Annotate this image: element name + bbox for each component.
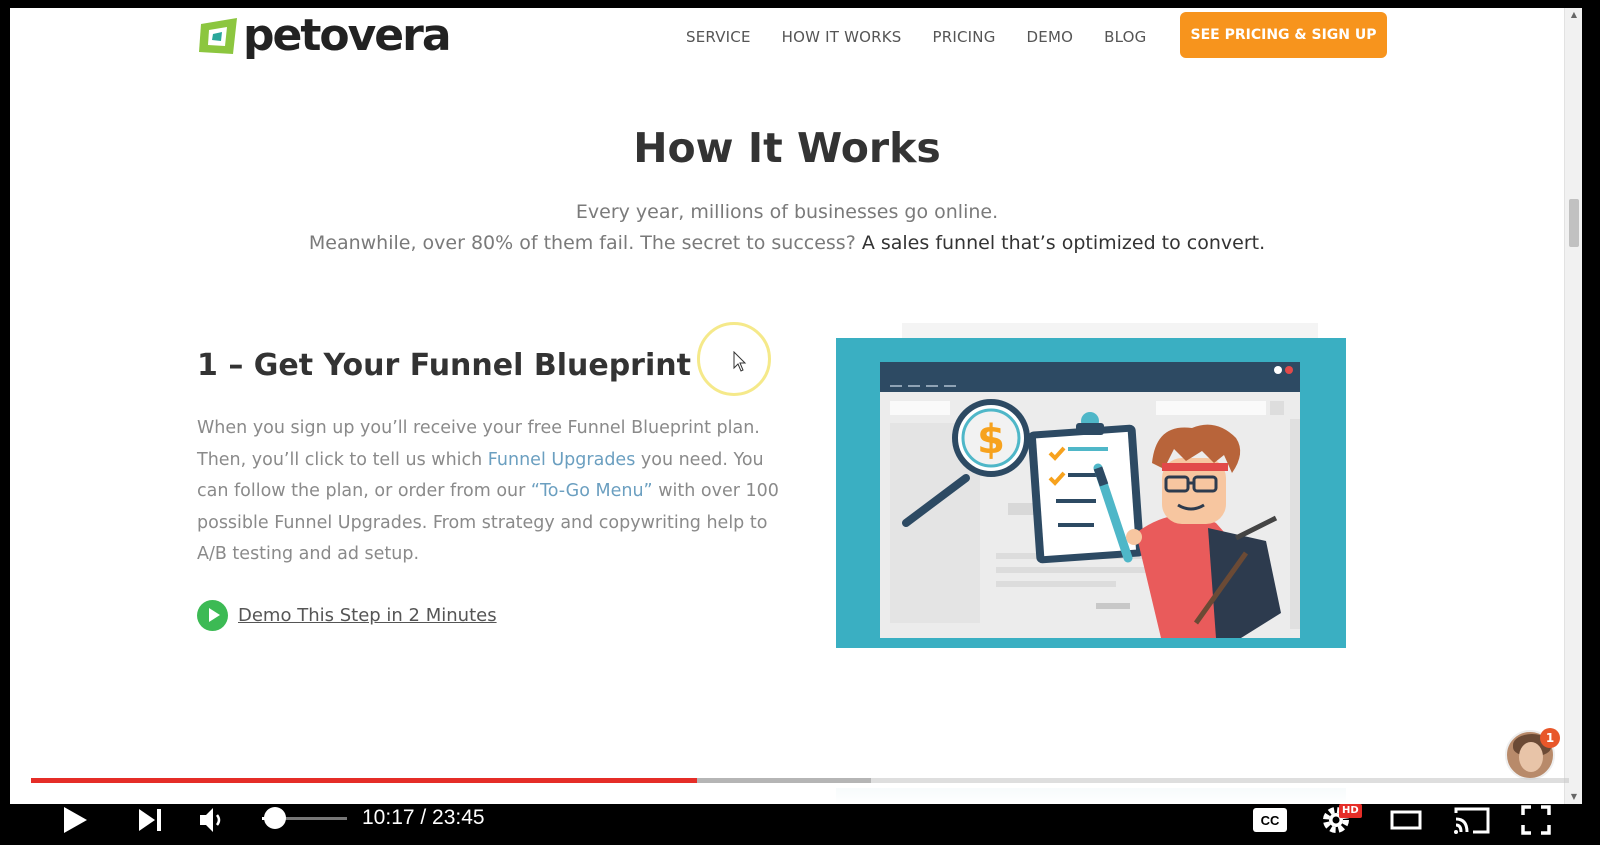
navbar: petovera SERVICE HOW IT WORKS PRICING DE… <box>10 8 1564 70</box>
to-go-menu-link[interactable]: “To-Go Menu” <box>531 481 653 501</box>
play-button[interactable] <box>55 800 95 840</box>
logo-text: petovera <box>243 10 452 61</box>
scrollbar-thumb[interactable] <box>1569 199 1579 247</box>
fullscreen-button[interactable] <box>1515 800 1557 840</box>
avatar-face <box>1519 742 1543 772</box>
volume-slider-handle[interactable] <box>263 807 286 829</box>
mute-button[interactable] <box>192 800 232 840</box>
see-pricing-signup-button[interactable]: SEE PRICING & SIGN UP <box>1180 12 1387 58</box>
scroll-up-icon[interactable]: ▲ <box>1565 8 1582 22</box>
subtitle-emphasis: A sales funnel that’s optimized to conve… <box>861 232 1266 254</box>
play-icon <box>64 807 87 833</box>
step-title: 1 – Get Your Funnel Blueprint <box>197 348 691 383</box>
section-subtitle-line2: Meanwhile, over 80% of them fail. The se… <box>10 232 1564 254</box>
nav-link-blog[interactable]: BLOG <box>1104 28 1146 46</box>
logo-icon <box>199 18 237 54</box>
cc-label: CC <box>1261 813 1280 828</box>
section-title: How It Works <box>633 124 941 172</box>
video-time: 10:17 / 23:45 <box>362 806 485 829</box>
next-icon <box>139 809 161 831</box>
video-played-bar <box>31 778 697 783</box>
nav-link-demo[interactable]: DEMO <box>1027 28 1074 46</box>
subtitle-plain: Meanwhile, over 80% of them fail. The se… <box>308 232 862 254</box>
video-frame: petovera SERVICE HOW IT WORKS PRICING DE… <box>0 0 1600 845</box>
mouse-cursor-icon <box>733 351 747 372</box>
web-page: petovera SERVICE HOW IT WORKS PRICING DE… <box>10 8 1582 804</box>
next-button[interactable] <box>130 800 170 840</box>
play-circle-icon <box>197 600 228 631</box>
nav-links: SERVICE HOW IT WORKS PRICING DEMO BLOG <box>686 28 1177 46</box>
logo[interactable]: petovera <box>197 10 452 61</box>
scroll-down-icon[interactable]: ▼ <box>1565 790 1582 804</box>
theater-icon <box>1390 810 1422 830</box>
volume-icon <box>200 808 221 832</box>
captions-button[interactable]: CC <box>1250 800 1290 840</box>
demo-step-text: Demo This Step in 2 Minutes <box>238 605 497 626</box>
fullscreen-icon <box>1521 805 1551 835</box>
nav-link-service[interactable]: SERVICE <box>686 28 751 46</box>
player-overlay-gradient <box>10 688 1564 804</box>
section-subtitle-line1: Every year, millions of businesses go on… <box>575 201 999 223</box>
cast-button[interactable] <box>1450 800 1494 840</box>
theater-mode-button[interactable] <box>1386 800 1426 840</box>
funnel-blueprint-illustration: $ <box>836 323 1346 648</box>
chat-notification-badge: 1 <box>1540 728 1560 748</box>
dollar-sign: $ <box>977 417 1005 463</box>
funnel-upgrades-link[interactable]: Funnel Upgrades <box>488 450 636 470</box>
cast-icon <box>1454 807 1490 834</box>
nav-link-pricing[interactable]: PRICING <box>933 28 996 46</box>
captions-icon: CC <box>1253 808 1287 832</box>
demo-step-link[interactable]: Demo This Step in 2 Minutes <box>197 600 497 631</box>
step-description: When you sign up you’ll receive your fre… <box>197 413 787 571</box>
nav-link-how-it-works[interactable]: HOW IT WORKS <box>782 28 902 46</box>
hd-badge: HD <box>1339 804 1362 818</box>
page-scrollbar[interactable]: ▲ ▼ <box>1564 8 1582 804</box>
